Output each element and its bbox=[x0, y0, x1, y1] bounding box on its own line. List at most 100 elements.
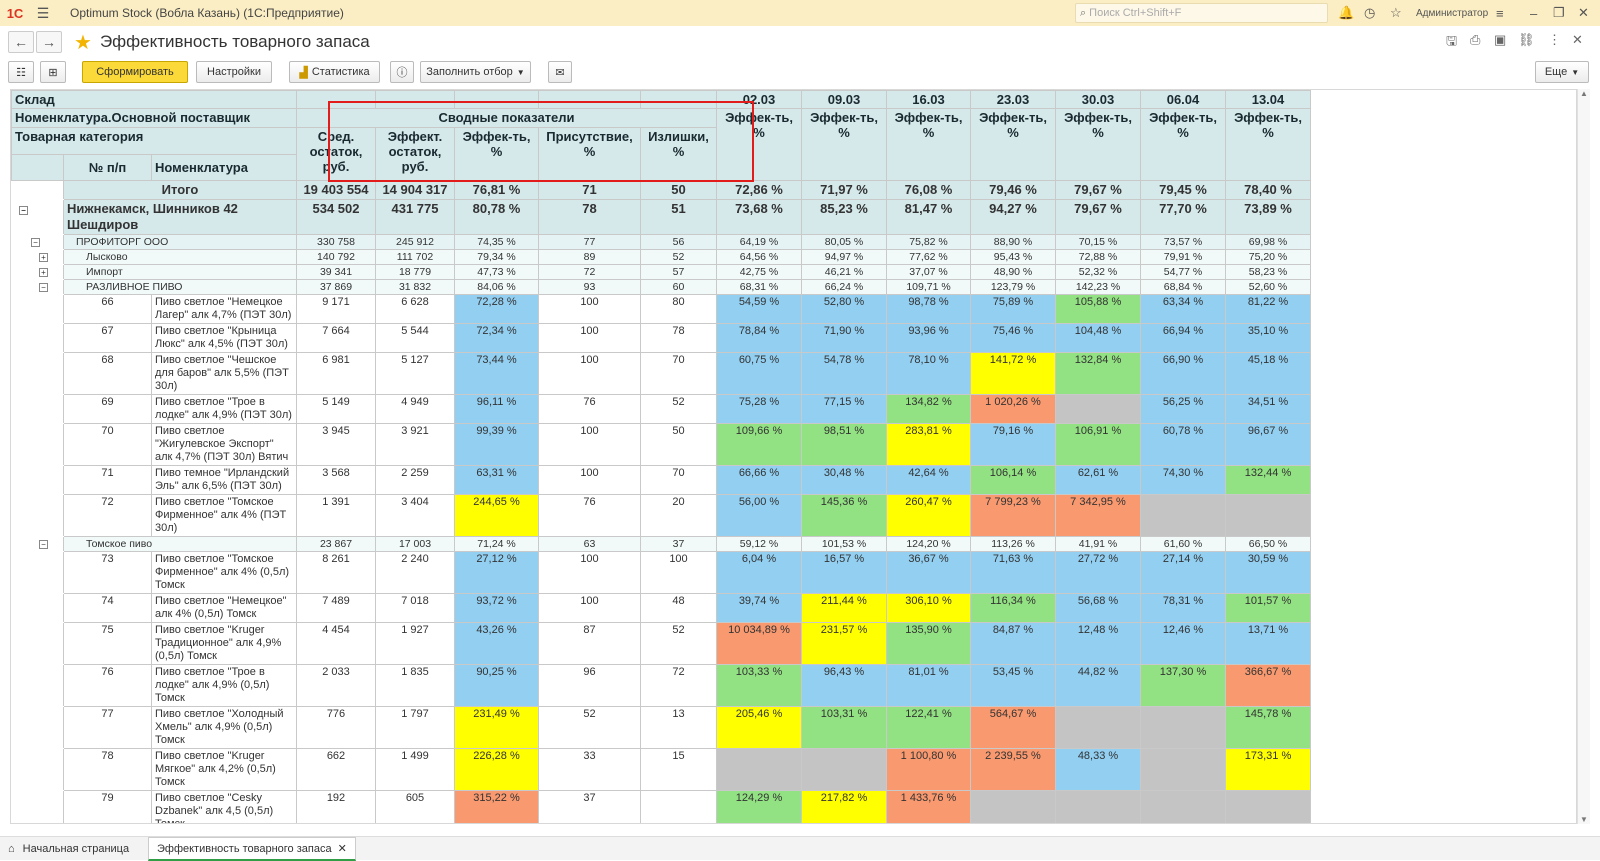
week-value-cell: 85,23 % bbox=[801, 199, 887, 235]
collapse-icon[interactable]: − bbox=[31, 238, 40, 247]
back-button[interactable]: ← bbox=[8, 31, 34, 53]
week-value-cell: 46,21 % bbox=[801, 264, 887, 280]
tree-cell bbox=[11, 593, 64, 623]
item-number: 79 bbox=[63, 790, 152, 823]
item-row: 71 Пиво темное "Ирландский Эль" алк 6,5% … bbox=[11, 465, 1311, 495]
user-name[interactable]: Администратор bbox=[1416, 0, 1488, 26]
week-value-cell: 54,77 % bbox=[1140, 264, 1226, 280]
link-icon[interactable]: ⛓ bbox=[1518, 32, 1535, 48]
title-bar: 1С ☰ Optimum Stock (Вобла Казань) (1С:Пр… bbox=[0, 0, 1600, 26]
category-row: + Лысково 140 792 111 702 79,34 % 89 52 64,56 %… bbox=[11, 249, 1311, 265]
item-value: 5 544 bbox=[375, 323, 455, 353]
week-value-cell: 123,79 % bbox=[970, 279, 1056, 295]
expand-icon[interactable]: + bbox=[39, 253, 48, 262]
form-report-button[interactable]: Сформировать bbox=[82, 61, 188, 83]
mail-icon[interactable]: ✉ bbox=[548, 61, 572, 83]
favorites-icon[interactable]: ☆ bbox=[1390, 0, 1402, 26]
item-value: 90,25 % bbox=[454, 664, 539, 707]
item-number: 70 bbox=[63, 423, 152, 466]
supplier-row-label: ПРОФИТОРГ ООО bbox=[63, 234, 297, 250]
history-icon[interactable]: ◷ bbox=[1364, 0, 1375, 26]
week-value-cell: 79,67 % bbox=[1055, 199, 1141, 235]
collapse-icon[interactable]: − bbox=[39, 283, 48, 292]
list-settings-icon[interactable]: ☷ bbox=[8, 61, 34, 83]
header-summary-col: Эффект. остаток, руб. bbox=[375, 127, 455, 181]
fill-filter-button[interactable]: Заполнить отбор ▼ bbox=[420, 61, 531, 83]
forward-button[interactable]: → bbox=[36, 31, 62, 53]
search-input[interactable]: ⌕ Поиск Ctrl+Shift+F bbox=[1075, 3, 1328, 23]
info-icon[interactable]: ⓘ bbox=[390, 61, 414, 83]
more-vert-icon[interactable]: ⋮ bbox=[1548, 32, 1561, 48]
print-icon[interactable]: ⎙ bbox=[1470, 32, 1480, 48]
week-value-cell: 77,70 % bbox=[1140, 199, 1226, 235]
item-value: 605 bbox=[375, 790, 455, 823]
tree-cell: + bbox=[11, 249, 64, 265]
more-button[interactable]: Еще ▼ bbox=[1535, 61, 1589, 83]
value-cell: 111 702 bbox=[375, 249, 455, 265]
item-value: 192 bbox=[296, 790, 376, 823]
minimize-icon[interactable]: – bbox=[1530, 0, 1537, 26]
restore-icon[interactable]: ❐ bbox=[1553, 0, 1565, 26]
report-table: Склад 02.03 09.03 16.03 23.03 30.03 06.04 13.04… bbox=[11, 90, 1311, 823]
value-cell: 534 502 bbox=[296, 199, 376, 235]
item-week-value bbox=[801, 748, 887, 791]
item-value: 78 bbox=[640, 323, 717, 353]
item-week-value: 145,78 % bbox=[1225, 706, 1311, 749]
week-value-cell: 73,68 % bbox=[716, 199, 802, 235]
collapse-icon[interactable]: − bbox=[19, 206, 28, 215]
value-cell: 431 775 bbox=[375, 199, 455, 235]
toolbar: ☷ ⊞ Сформировать Настройки ▟ Статистика ⓘ… bbox=[0, 58, 1600, 88]
week-value-cell: 75,82 % bbox=[886, 234, 971, 250]
item-week-value: 106,14 % bbox=[970, 465, 1056, 495]
item-week-value: 74,30 % bbox=[1140, 465, 1226, 495]
tree-cell bbox=[11, 423, 64, 466]
close-form-icon[interactable]: ✕ bbox=[1572, 32, 1583, 48]
item-week-value: 132,44 % bbox=[1225, 465, 1311, 495]
group-settings-icon[interactable]: ⊞ bbox=[40, 61, 66, 83]
favorite-star-icon[interactable]: ★ bbox=[74, 30, 92, 55]
item-week-value: 105,88 % bbox=[1055, 294, 1141, 324]
item-week-value: 81,22 % bbox=[1225, 294, 1311, 324]
preview-icon[interactable]: ▣ bbox=[1494, 32, 1506, 48]
item-name: Пиво светлое "Kruger Мягкое" алк 4,2% (0… bbox=[151, 748, 297, 791]
header-date-metric: Эффек-ть, % bbox=[970, 108, 1056, 181]
search-icon: ⌕ bbox=[1080, 6, 1087, 19]
item-week-value: 132,84 % bbox=[1055, 352, 1141, 395]
item-week-value: 12,46 % bbox=[1140, 622, 1226, 665]
item-week-value: 122,41 % bbox=[886, 706, 971, 749]
close-window-icon[interactable]: ✕ bbox=[1578, 0, 1589, 26]
scroll-up-icon[interactable]: ▲ bbox=[1580, 89, 1588, 98]
tab-home[interactable]: ⌂ Начальная страница bbox=[0, 837, 137, 861]
close-tab-icon[interactable]: ✕ bbox=[338, 842, 347, 855]
value-cell: 60 bbox=[640, 279, 717, 295]
header-date: 23.03 bbox=[970, 90, 1056, 109]
item-week-value: 96,43 % bbox=[801, 664, 887, 707]
collapse-icon[interactable]: − bbox=[39, 540, 48, 549]
item-value: 99,39 % bbox=[454, 423, 539, 466]
expand-icon[interactable]: + bbox=[39, 268, 48, 277]
tab-report[interactable]: Эффективность товарного запаса ✕ bbox=[148, 837, 356, 861]
settings-button[interactable]: Настройки bbox=[196, 61, 272, 83]
header-date-metric: Эффек-ть, % bbox=[1225, 108, 1311, 181]
item-value: 244,65 % bbox=[454, 494, 539, 537]
item-value: 231,49 % bbox=[454, 706, 539, 749]
item-week-value: 54,78 % bbox=[801, 352, 887, 395]
item-number: 68 bbox=[63, 352, 152, 395]
vertical-scrollbar[interactable]: ▲ ▼ bbox=[1577, 89, 1590, 824]
header-date: 06.04 bbox=[1140, 90, 1226, 109]
week-value-cell: 52,32 % bbox=[1055, 264, 1141, 280]
item-value: 100 bbox=[538, 323, 641, 353]
week-value-cell: 78,40 % bbox=[1225, 180, 1311, 200]
item-row: 75 Пиво светлое "Kruger Традиционное" алк… bbox=[11, 622, 1311, 665]
value-cell: 63 bbox=[538, 536, 641, 552]
save-icon[interactable]: 🖫 bbox=[1446, 32, 1457, 54]
bell-icon[interactable]: 🔔 bbox=[1338, 0, 1354, 26]
settings-menu-icon[interactable]: ≡ bbox=[1496, 0, 1504, 26]
page-header: ← → ★ Эффективность товарного запаса 🖫 ⎙… bbox=[0, 26, 1600, 58]
menu-icon[interactable]: ☰ bbox=[30, 0, 56, 26]
statistics-button[interactable]: ▟ Статистика bbox=[289, 61, 380, 83]
item-value: 226,28 % bbox=[454, 748, 539, 791]
scroll-down-icon[interactable]: ▼ bbox=[1580, 815, 1588, 824]
tree-cell: − bbox=[11, 234, 64, 250]
item-row: 66 Пиво светлое "Немецкое Лагер" алк 4,7%… bbox=[11, 294, 1311, 324]
